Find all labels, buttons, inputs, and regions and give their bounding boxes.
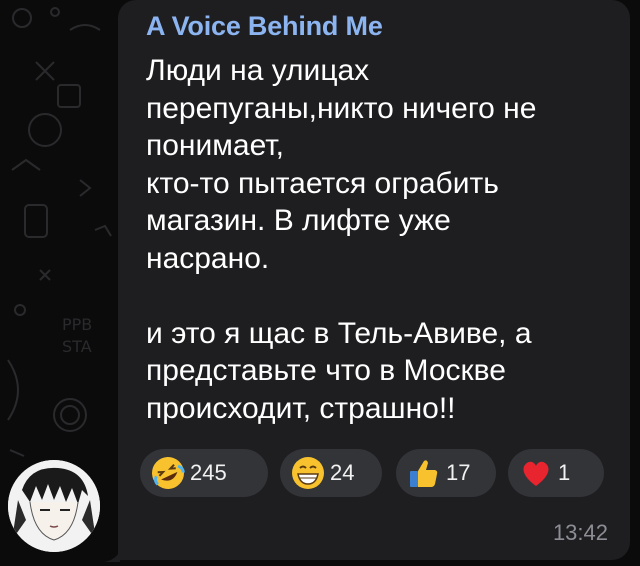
message-line: магазин. В лифте уже (146, 204, 451, 237)
message-line: представьте что в Москве (146, 354, 506, 387)
reaction-thumbs-up[interactable]: 17 (396, 449, 496, 497)
message-bubble[interactable]: A Voice Behind Me Люди на улицах перепуг… (118, 0, 630, 560)
avatar[interactable] (8, 460, 100, 552)
svg-text:STA: STA (62, 337, 92, 356)
message-line: кто-то пытается ограбить (146, 166, 499, 200)
reaction-count: 1 (558, 460, 571, 485)
reaction-count: 245 (190, 460, 227, 485)
message-time: 13:42 (552, 520, 608, 545)
reaction-heart[interactable]: 1 (508, 449, 604, 497)
message-author[interactable]: A Voice Behind Me (146, 10, 383, 42)
red-heart-emoji-icon (523, 461, 549, 486)
message-paragraph-1: Люди на улицах перепуганы,никто ничего н… (146, 52, 616, 277)
avatar-image (8, 460, 100, 552)
thumbs-up-emoji-icon (410, 460, 438, 487)
message-text: Люди на улицах перепуганы,никто ничего н… (146, 52, 616, 427)
message-line: перепуганы,никто ничего не (146, 91, 537, 125)
reaction-rofl[interactable]: 245 (140, 449, 268, 497)
message-line: происходит, страшно!! (146, 391, 456, 425)
message-line: Люди на улицах (146, 54, 370, 87)
message-line: насрано. (146, 241, 270, 275)
reaction-count: 17 (446, 460, 471, 485)
reaction-grin[interactable]: 24 (280, 449, 382, 497)
rofl-emoji-icon (152, 457, 185, 489)
grin-emoji-icon (292, 457, 324, 489)
message-line: и это я щас в Тель-Авиве, а (146, 316, 532, 350)
reaction-count: 24 (330, 460, 355, 485)
svg-text:PPB: PPB (62, 315, 92, 334)
reactions-bar: 245 24 17 1 (140, 449, 610, 497)
message-paragraph-2: и это я щас в Тель-Авиве, а представьте … (146, 315, 616, 428)
message-line: понимает, (146, 129, 285, 162)
